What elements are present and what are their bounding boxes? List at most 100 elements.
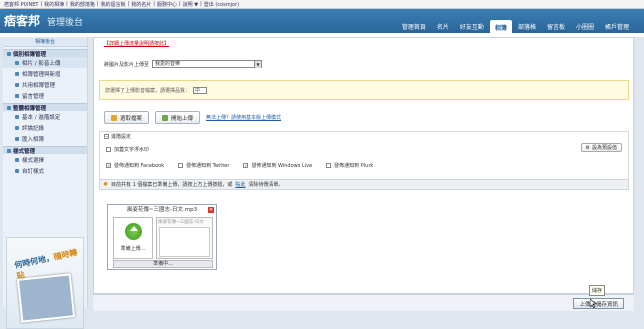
topbar-link[interactable]: 登出 (cosmjor) — [204, 1, 239, 8]
start-upload-label: 開始上傳 — [171, 115, 194, 122]
advanced-header[interactable]: − 進階設定 — [104, 133, 131, 140]
sidebar: 相簿後台 個別相簿管理 相片 / 影音上傳 相簿管理與新增 共用相簿管理 留言管理 整體相… — [3, 37, 88, 329]
share-checkbox[interactable]: ✓ — [106, 163, 111, 168]
ad-screenshot-image — [16, 273, 76, 323]
nav-tab[interactable]: 相簿 — [489, 20, 512, 33]
quality-select[interactable]: 中 — [193, 86, 208, 94]
pick-files-label: 選取檔案 — [120, 115, 143, 122]
watermark-checkbox[interactable] — [106, 147, 111, 152]
topbar-link[interactable]: 痞客邦 PIXNET — [4, 1, 38, 8]
group-icon — [7, 148, 11, 153]
folder-icon — [111, 114, 117, 121]
pick-files-button[interactable]: 選取檔案 — [104, 111, 150, 124]
collapse-icon[interactable]: − — [104, 134, 109, 139]
share-label: 發佈通知到 Facebook — [114, 163, 165, 169]
share-label: 發佈通知到 Plurk — [334, 163, 374, 169]
sidebar-item[interactable]: 自訂樣式 — [3, 165, 87, 176]
item-icon — [15, 93, 19, 98]
share-checkbox[interactable] — [178, 163, 184, 168]
sidebar-item-label: 基本 / 進階設定 — [22, 114, 61, 121]
sidebar-item[interactable]: 匯入相簿 — [3, 133, 87, 144]
album-select[interactable]: 我愛的音樂 ▼ — [152, 60, 263, 68]
topbar-link[interactable]: 我的名片 — [131, 1, 151, 8]
advanced-title: 進階設定 — [111, 134, 132, 140]
sidebar-group-label: 個別相簿管理 — [13, 51, 47, 58]
flow-notice-link[interactable]: 【詳細上傳流量說明請按此】 — [104, 40, 169, 47]
save-tooltip: 儲存 — [589, 285, 606, 296]
start-upload-button[interactable]: 開始上傳 — [155, 111, 201, 124]
gear-icon: ⚙ — [585, 144, 590, 151]
set-default-button[interactable]: ⚙ 設為預設值 — [580, 143, 622, 152]
item-icon — [15, 136, 19, 141]
nav-tab[interactable]: 小圈圈 — [571, 20, 599, 31]
watermark-label: 加蓋文字浮水印 — [114, 147, 150, 153]
topbar-link[interactable]: 服務中心 — [157, 1, 177, 8]
share-label: 發佈通知到 Twitter — [186, 163, 230, 169]
nav-tab[interactable]: 管理首頁 — [397, 20, 431, 31]
share-label: 發佈通知到 Windows Live — [251, 163, 313, 169]
share-checkbox[interactable]: ✓ — [243, 163, 249, 168]
share-options: ✓ 發佈通知到 Facebook 發佈通知到 Twitter ✓ 發佈通知到 Windo… — [106, 162, 373, 169]
topbar-link[interactable]: 我的相簿 — [44, 1, 64, 8]
share-option[interactable]: 發佈通知到 Twitter — [178, 162, 229, 169]
share-option[interactable]: 發佈通知到 Plurk — [326, 162, 373, 169]
sidebar-group-head[interactable]: 個別相簿管理 — [3, 49, 87, 58]
sidebar-item[interactable]: 樣式選擇 — [3, 154, 87, 165]
sidebar-item[interactable]: 相簿管理與新增 — [3, 68, 87, 79]
item-icon — [15, 114, 19, 119]
item-icon — [15, 71, 19, 76]
topbar-link[interactable]: 我的留言板 — [101, 1, 126, 8]
album-select-value: 我愛的音樂 — [155, 61, 181, 67]
topbar-separator: | — [66, 1, 68, 7]
topbar-separator: | — [96, 1, 99, 7]
app-header: 痞客邦 管理後台 管理首頁 名片 好友互動 相簿 部落格 留言板 小圈圈 帳戶管理 — [0, 9, 644, 33]
sidebar-item[interactable]: 共用相簿管理 — [3, 79, 87, 90]
sidebar-group-head[interactable]: 樣式管理 — [3, 146, 87, 155]
share-option[interactable]: ✓ 發佈通知到 Facebook — [106, 162, 164, 169]
pixnet-logo[interactable]: 痞客邦 — [4, 12, 40, 29]
sidebar-ad-banner[interactable]: 何時何地，隨時轉貼 — [6, 237, 84, 329]
star-icon: ✸ — [103, 181, 109, 188]
set-default-label: 設為預設值 — [591, 145, 617, 151]
sidebar-item-label: 相片 / 影音上傳 — [22, 60, 61, 67]
item-icon — [15, 168, 19, 173]
nav-tab[interactable]: 部落格 — [513, 20, 541, 31]
topbar-separator: | — [200, 1, 202, 7]
upload-status-bar: ✸ 目前共有 1 個檔案已準備上傳，請按上方上傳按鈕，或 點此 清除待傳清單。 — [99, 179, 629, 190]
basic-mode-link[interactable]: 無法上傳？請使用基本版上傳模式 — [206, 114, 281, 121]
sidebar-group: 樣式管理 樣式選擇 自訂樣式 — [3, 146, 87, 176]
sidebar-item-label: 評論記錄 — [22, 125, 45, 132]
item-icon — [15, 82, 19, 87]
upload-arrow-icon — [125, 223, 142, 240]
description-placeholder: 風姿花傳~三國志-日文 — [158, 220, 204, 225]
description-textarea[interactable] — [159, 227, 210, 257]
sidebar-item[interactable]: 評論記錄 — [3, 122, 87, 133]
close-icon[interactable]: ✕ — [208, 207, 214, 213]
ready-label: 準備上傳... — [120, 246, 146, 252]
watermark-option[interactable]: 加蓋文字浮水印 — [106, 146, 149, 153]
save-bar: 上傳並儲存資訊 — [93, 294, 634, 311]
sidebar-group-label: 整體相簿管理 — [13, 105, 47, 112]
sidebar-group-head[interactable]: 整體相簿管理 — [3, 103, 87, 112]
album-select-row: 將圖片及影片上傳至 我愛的音樂 ▼ — [104, 60, 263, 68]
topbar-link[interactable]: 我的部落格 — [70, 1, 95, 8]
upload-panel: 【詳細上傳流量說明請按此】 將圖片及影片上傳至 我愛的音樂 ▼ 您選擇了上傳影音… — [93, 37, 634, 294]
topbar-link[interactable]: 說明 ▼ — [183, 1, 198, 8]
share-checkbox[interactable] — [326, 163, 332, 168]
save-upload-button[interactable]: 上傳並儲存資訊 — [573, 298, 624, 309]
nav-tab[interactable]: 留言板 — [542, 20, 570, 31]
nav-tab[interactable]: 名片 — [432, 20, 454, 31]
sidebar-item[interactable]: 相片 / 影音上傳 — [3, 57, 87, 68]
file-card: 風姿花傳~三國志-日文.mp3 ✕ 準備上傳... 風姿花傳~三國志-日文 準備… — [107, 204, 217, 270]
nav-tab[interactable]: 帳戶管理 — [600, 20, 634, 31]
sidebar-item[interactable]: 留言管理 — [3, 90, 87, 101]
nav-tab[interactable]: 好友互動 — [455, 20, 489, 31]
sidebar-item-label: 共用相簿管理 — [22, 82, 56, 89]
sidebar-item-label: 匯入相簿 — [22, 136, 45, 143]
sidebar-item[interactable]: 基本 / 進階設定 — [3, 111, 87, 122]
clear-queue-link[interactable]: 點此 — [235, 181, 245, 188]
item-icon — [15, 125, 19, 130]
file-description: 風姿花傳~三國志-日文 — [156, 217, 213, 259]
upload-icon — [162, 114, 169, 121]
share-option[interactable]: ✓ 發佈通知到 Windows Live — [243, 162, 312, 169]
